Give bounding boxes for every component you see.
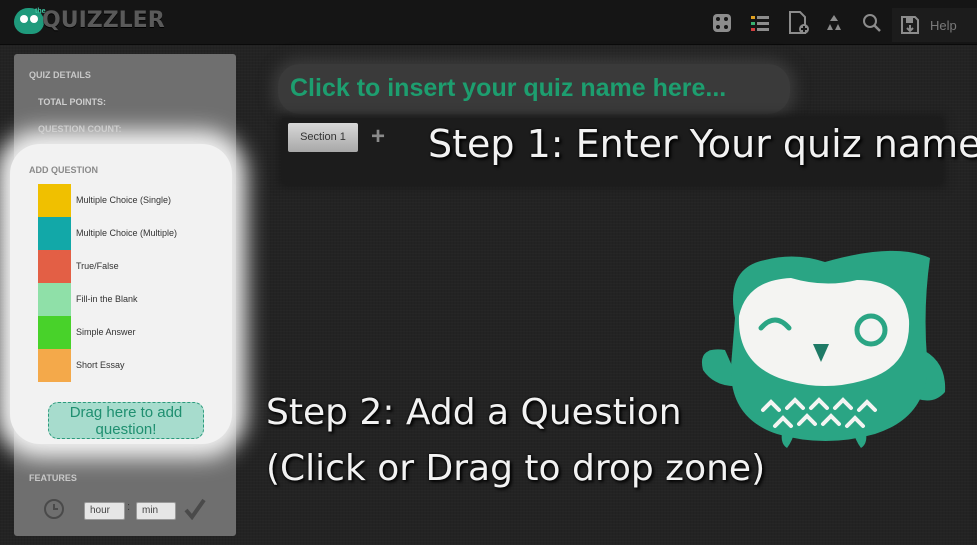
top-bar: the QUIZZLER Help [0, 0, 977, 45]
question-type-label: Fill-in the Blank [76, 294, 138, 304]
features-heading: FEATURES [29, 473, 77, 483]
time-separator: : [127, 501, 131, 513]
help-button[interactable]: Help [892, 8, 977, 42]
question-drop-zone[interactable]: Drag here to add question! [48, 402, 204, 439]
owl-mascot-icon [701, 250, 946, 448]
question-type-short-essay[interactable]: Short Essay [38, 349, 228, 382]
question-type-true-false[interactable]: True/False [38, 250, 228, 283]
question-type-multiple-choice-single[interactable]: Multiple Choice (Single) [38, 184, 228, 217]
quiz-details-heading: QUIZ DETAILS [29, 70, 91, 80]
recycle-icon[interactable] [824, 13, 844, 33]
color-swatch [38, 316, 71, 349]
add-question-heading: ADD QUESTION [29, 165, 99, 175]
question-type-label: Short Essay [76, 360, 125, 370]
logo-text: QUIZZLER [42, 8, 165, 33]
color-swatch [38, 217, 71, 250]
quiz-title-input[interactable]: Click to insert your quiz name here... [290, 74, 726, 103]
hour-input[interactable]: hour [84, 502, 125, 520]
color-swatch [38, 349, 71, 382]
search-icon[interactable] [862, 13, 882, 33]
question-type-label: Multiple Choice (Multiple) [76, 228, 178, 238]
step-2-annotation: Step 2: Add a Question [266, 392, 682, 433]
minute-input[interactable]: min [136, 502, 176, 520]
question-type-label: Simple Answer [76, 327, 136, 337]
add-section-button[interactable]: + [368, 125, 388, 149]
question-type-fill-in-the-blank[interactable]: Fill-in the Blank [38, 283, 228, 316]
color-swatch [38, 283, 71, 316]
save-icon [900, 15, 920, 35]
clock-icon[interactable] [43, 498, 65, 520]
color-swatch [38, 184, 71, 217]
list-icon[interactable] [750, 13, 770, 33]
question-type-multiple-choice-multiple[interactable]: Multiple Choice (Multiple) [38, 217, 228, 250]
checkmark-icon[interactable] [184, 498, 206, 521]
tab-section-1[interactable]: Section 1 [288, 123, 358, 152]
color-swatch [38, 250, 71, 283]
step-1-annotation: Step 1: Enter Your quiz name [428, 122, 977, 166]
help-label: Help [930, 18, 957, 33]
question-type-label: True/False [76, 261, 119, 271]
question-type-label: Multiple Choice (Single) [76, 195, 172, 205]
new-document-icon[interactable] [788, 11, 809, 34]
step-2-annotation-detail: (Click or Drag to drop zone) [266, 448, 766, 489]
dice-icon[interactable] [712, 13, 732, 33]
question-type-simple-answer[interactable]: Simple Answer [38, 316, 228, 349]
question-count-label: QUESTION COUNT: [38, 124, 122, 134]
sidebar: QUIZ DETAILS TOTAL POINTS: QUESTION COUN… [10, 54, 236, 536]
total-points-label: TOTAL POINTS: [38, 97, 107, 107]
